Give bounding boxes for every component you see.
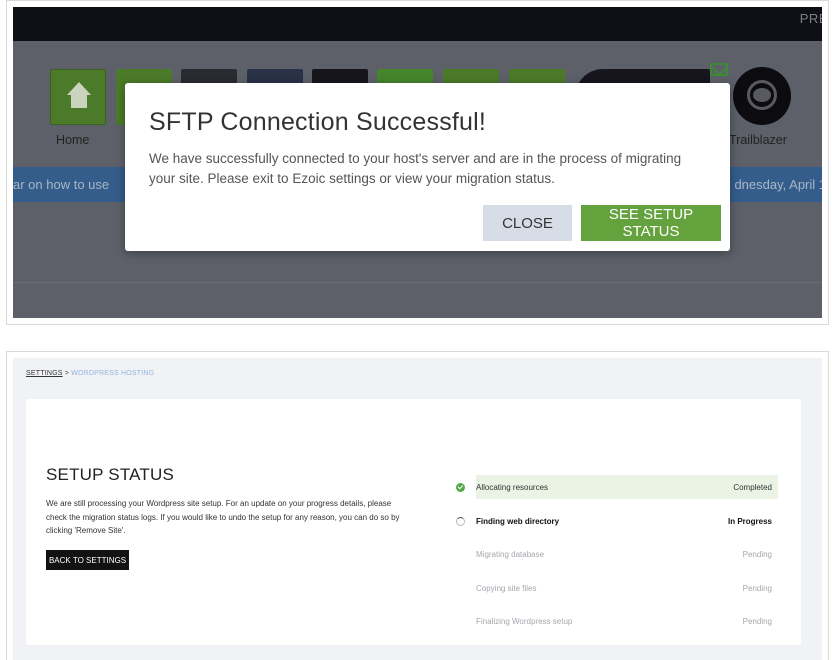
breadcrumb-settings-link[interactable]: SETTINGS xyxy=(26,370,63,377)
home-tile-label: Home xyxy=(56,133,90,147)
setup-status-description: We are still processing your Wordpress s… xyxy=(46,499,400,535)
see-setup-status-button[interactable]: SEE SETUP STATUS xyxy=(581,205,721,241)
step-status: Pending xyxy=(742,550,772,559)
setup-status-card: SETUP STATUS We are still processing you… xyxy=(26,399,801,645)
step-label: Migrating database xyxy=(476,550,545,559)
breadcrumb-current[interactable]: WORDPRESS HOSTING xyxy=(71,370,154,377)
setup-status-page: SETTINGS > WORDPRESS HOSTING SETUP STATU… xyxy=(13,358,822,660)
close-button[interactable]: CLOSE xyxy=(483,205,572,241)
sftp-success-modal: SFTP Connection Successful! We have succ… xyxy=(125,83,730,251)
modal-title: SFTP Connection Successful! xyxy=(149,108,487,136)
banner-date-text: dnesday, April 1 xyxy=(734,177,822,192)
status-step-row: Finalizing Wordpress setup Pending xyxy=(476,609,778,633)
step-status: In Progress xyxy=(727,517,772,526)
status-step-row: Migrating database Pending xyxy=(476,542,778,566)
step-label: Finalizing Wordpress setup xyxy=(476,617,573,626)
breadcrumb-separator: > xyxy=(62,370,72,377)
status-step-row: Allocating resources Completed xyxy=(476,475,778,499)
status-step-row: Copying site files Pending xyxy=(476,576,778,600)
check-circle-icon xyxy=(456,483,465,492)
setup-status-screenshot: SETTINGS > WORDPRESS HOSTING SETUP STATU… xyxy=(6,351,829,660)
home-icon-body xyxy=(71,95,87,108)
sftp-success-screenshot: PRE Home Trailblazer ar on how to use dn… xyxy=(6,0,829,325)
loading-spinner-icon xyxy=(456,517,465,526)
breadcrumb: SETTINGS > WORDPRESS HOSTING xyxy=(26,370,154,377)
banner-webinar-text[interactable]: ar on how to use xyxy=(13,177,109,192)
step-status: Pending xyxy=(742,584,772,593)
setup-status-title: SETUP STATUS xyxy=(46,465,175,484)
trailblazer-avatar[interactable] xyxy=(733,67,791,125)
step-label: Finding web directory xyxy=(476,517,560,526)
step-status: Completed xyxy=(733,483,772,492)
astronaut-visor-icon xyxy=(753,88,771,102)
divider xyxy=(13,282,822,283)
step-label: Allocating resources xyxy=(476,483,549,492)
step-status: Pending xyxy=(742,617,772,626)
mail-icon[interactable] xyxy=(710,63,728,76)
dashboard-backdrop: PRE Home Trailblazer ar on how to use dn… xyxy=(13,7,822,318)
modal-message: We have successfully connected to your h… xyxy=(149,151,682,186)
home-icon xyxy=(67,82,91,95)
top-navigation-bar: PRE xyxy=(13,7,822,41)
home-tile[interactable] xyxy=(50,69,106,125)
trailblazer-label: Trailblazer xyxy=(729,133,787,147)
step-label: Copying site files xyxy=(476,584,537,593)
premium-label: PRE xyxy=(799,11,822,26)
back-to-settings-button[interactable]: BACK TO SETTINGS xyxy=(46,550,129,570)
status-step-row: Finding web directory In Progress xyxy=(476,509,778,533)
